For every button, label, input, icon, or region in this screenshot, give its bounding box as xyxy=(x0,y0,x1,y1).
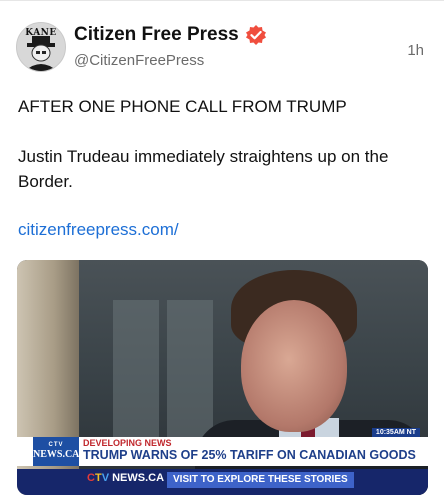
news-timestamp: 10:35AM NT xyxy=(371,428,420,437)
logo-letter-t: T xyxy=(94,472,102,484)
post-body: AFTER ONE PHONE CALL FROM TRUMP Justin T… xyxy=(18,94,428,242)
person-face xyxy=(241,300,347,432)
post-video-thumbnail[interactable]: 10:35AM NT CTV NEWS.CA DEVELOPING NEWS T… xyxy=(17,260,428,495)
avatar-figure-icon xyxy=(25,36,57,71)
verified-badge-icon xyxy=(245,25,266,45)
logo-news-text: NEWS.CA xyxy=(112,472,165,484)
author-name[interactable]: Citizen Free Press xyxy=(74,24,239,46)
post-line-2: Justin Trudeau immediately straightens u… xyxy=(18,147,389,191)
glass-panel xyxy=(113,300,159,440)
logo-letter-c: C xyxy=(87,472,95,484)
post-link[interactable]: citizenfreepress.com/ xyxy=(18,220,179,239)
glass-panel xyxy=(167,300,213,440)
news-headline: TRUMP WARNS OF 25% TARIFF ON CANADIAN GO… xyxy=(83,448,416,462)
post-time[interactable]: 1h xyxy=(407,42,424,59)
top-divider xyxy=(0,0,444,1)
logo-letter-v: V xyxy=(101,472,110,484)
post-line-1: AFTER ONE PHONE CALL FROM TRUMP xyxy=(18,97,347,116)
avatar[interactable]: KANE xyxy=(16,22,66,72)
footer-ctv-logo: CTV NEWS.CA xyxy=(87,472,164,484)
author-handle[interactable]: @CitizenFreePress xyxy=(74,52,204,69)
footer-cta: VISIT TO EXPLORE THESE STORIES xyxy=(167,472,354,488)
ctv-news-logo: CTV NEWS.CA xyxy=(33,437,79,466)
author-row: Citizen Free Press xyxy=(74,24,267,46)
developing-news-label: DEVELOPING NEWS xyxy=(83,438,172,448)
ctv-news-label: NEWS.CA xyxy=(33,449,80,460)
ctv-small-label: CTV xyxy=(48,442,64,448)
